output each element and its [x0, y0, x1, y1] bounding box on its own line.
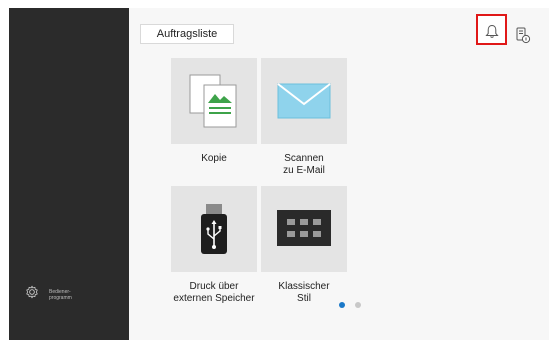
page-dot-active[interactable] [339, 302, 345, 308]
device-info-button[interactable] [515, 26, 531, 49]
copy-icon [189, 74, 237, 128]
tile-scan-to-email[interactable]: Scannen zu E-Mail [261, 58, 347, 177]
gear-icon [25, 285, 39, 304]
usb-drive-icon [201, 204, 227, 254]
tile-copy[interactable]: Kopie [171, 58, 257, 165]
screen: Bediener- programm Auftragsliste Kopie S… [9, 8, 549, 340]
tile-classic-style[interactable]: Klassischer Stil [261, 186, 347, 305]
admin-program-label: Bediener- programm [49, 288, 72, 301]
admin-program-button[interactable]: Bediener- programm [25, 285, 72, 304]
tile-scan-to-email-label: Scannen zu E-Mail [283, 153, 325, 176]
main-content: Auftragsliste Kopie Scannen zu E-Mail Dr… [129, 8, 549, 340]
tile-classic-style-box [261, 186, 347, 272]
keypad-icon [277, 210, 331, 246]
job-list-button[interactable]: Auftragsliste [140, 24, 234, 44]
bell-icon [485, 24, 499, 38]
tile-print-external-memory[interactable]: Druck über externen Speicher [171, 186, 257, 305]
notifications-button[interactable] [476, 14, 507, 45]
tile-print-external-memory-box [171, 186, 257, 272]
sidebar: Bediener- programm [9, 8, 129, 340]
device-info-icon [516, 27, 531, 44]
email-envelope-icon [277, 83, 331, 119]
tile-copy-box [171, 58, 257, 144]
page-dot-inactive[interactable] [355, 302, 361, 308]
tile-scan-to-email-box [261, 58, 347, 144]
